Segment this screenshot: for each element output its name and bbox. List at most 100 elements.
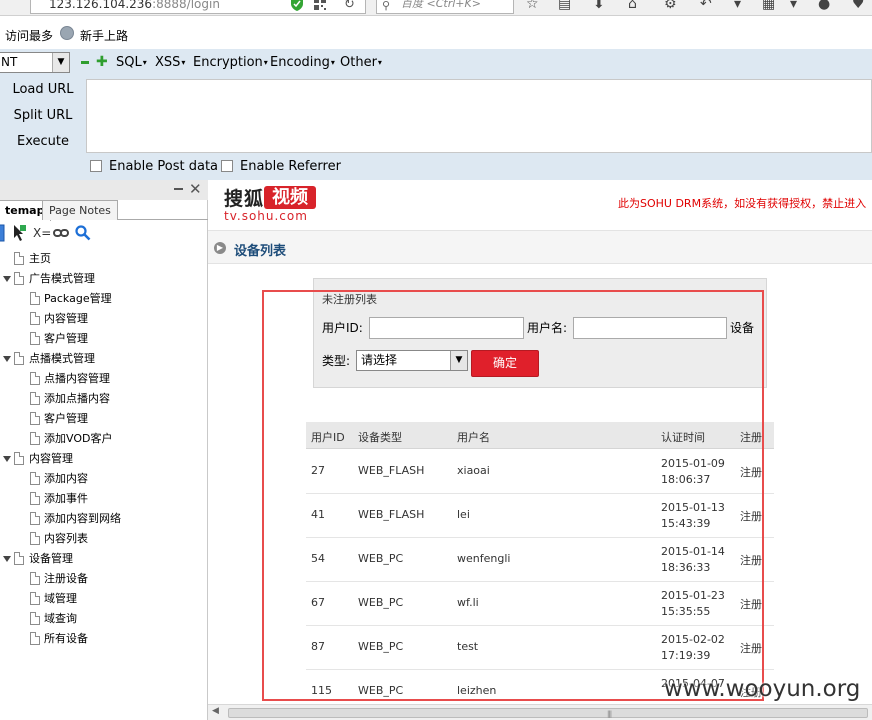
menu-encryption-label: Encryption [193, 55, 263, 70]
page-icon [30, 372, 40, 385]
load-url-button[interactable]: Load URL [0, 82, 86, 97]
expand-triangle-icon[interactable] [3, 456, 11, 462]
tree-item-label: 客户管理 [44, 332, 88, 345]
expand-triangle-icon[interactable] [3, 556, 11, 562]
browser-toolbar: 123.126.104.236:8888/login ↻ ⚲ 百度 <Ctrl+… [0, 0, 872, 16]
page-icon [30, 592, 40, 605]
menu-sql[interactable]: SQL▾ [116, 55, 147, 70]
page-icon [30, 312, 40, 325]
highlight-frame [262, 290, 764, 701]
view-icon[interactable] [0, 224, 6, 242]
page-icon [30, 292, 40, 305]
expand-triangle-icon[interactable] [3, 356, 11, 362]
back-history-icon[interactable]: ↶ [700, 0, 712, 12]
post-data-checkbox[interactable] [90, 160, 102, 172]
page-title: 设备列表 [234, 244, 287, 259]
url-host: 123.126.104.236 [49, 0, 153, 11]
tree-item-label: 内容管理 [44, 312, 88, 325]
dropdown-icon-2[interactable]: ▾ [790, 0, 797, 12]
close-icon[interactable]: ✕ [189, 181, 202, 197]
menu-encryption[interactable]: Encryption▾ [193, 55, 268, 70]
reload-icon[interactable]: ↻ [344, 0, 355, 12]
search-icon: ⚲ [382, 0, 391, 12]
scroll-left-icon[interactable]: ◀ [212, 706, 219, 716]
hackbar-buttons: Load URL Split URL Execute [0, 77, 86, 153]
referrer-label: Enable Referrer [240, 159, 341, 174]
tab-page-notes[interactable]: Page Notes [42, 200, 118, 220]
expand-triangle-icon[interactable] [3, 276, 11, 282]
page-icon [30, 612, 40, 625]
search-placeholder: 百度 <Ctrl+K> [401, 0, 481, 10]
scrollbar-thumb[interactable]: ||| [228, 708, 868, 718]
page-icon [30, 532, 40, 545]
grip-icon: ||| [607, 710, 612, 718]
minimize-icon[interactable] [174, 188, 183, 190]
page-icon [14, 272, 24, 285]
search-icon-sidebar[interactable] [75, 225, 91, 241]
tree-item-label: 设备管理 [29, 552, 73, 565]
watermark: www.wooyun.org [664, 676, 861, 702]
pointer-icon[interactable] [11, 224, 27, 242]
hackbar-select[interactable]: NT ▼ [0, 52, 70, 73]
hackbar-select-value: NT [1, 55, 18, 69]
sidebar-tabs: temap Page Notes [0, 200, 208, 221]
page-icon [30, 392, 40, 405]
sidebar-tools: X= [0, 224, 208, 246]
dropdown-icon[interactable]: ▾ [734, 0, 741, 12]
arrow-right-icon: ▶ [214, 242, 226, 254]
horizontal-scrollbar[interactable]: ◀ ||| [208, 704, 872, 720]
menu-other[interactable]: Other▾ [340, 55, 382, 70]
page-icon [30, 572, 40, 585]
tree-item-label: 所有设备 [44, 632, 88, 645]
extension-icon[interactable]: ♥ [852, 0, 865, 12]
menu-xss[interactable]: XSS▾ [155, 55, 185, 70]
tree-item-label: 主页 [29, 252, 51, 265]
bookmark-most-visited[interactable]: 访问最多 [5, 27, 53, 44]
referrer-checkbox[interactable] [221, 160, 233, 172]
page-icon [30, 632, 40, 645]
search-input[interactable]: ⚲ 百度 <Ctrl+K> [376, 0, 514, 14]
logo-subtitle: tv.sohu.com [224, 209, 308, 223]
puzzle-icon[interactable]: ▦ [762, 0, 775, 12]
tree-item-label: Package管理 [44, 292, 112, 305]
tree-item-label: 添加事件 [44, 492, 88, 505]
minus-icon[interactable] [81, 61, 89, 64]
menu-sql-label: SQL [116, 55, 142, 70]
tree-item-label: 广告模式管理 [29, 272, 95, 285]
tree-item-label: 添加点播内容 [44, 392, 110, 405]
plus-icon[interactable]: ✚ [96, 55, 108, 69]
page-icon [14, 452, 24, 465]
logo-badge: 视频 [264, 186, 316, 209]
page-icon [14, 552, 24, 565]
addon-icon[interactable]: ⚙ [664, 0, 677, 12]
bookmark-getting-started[interactable]: 新手上路 [80, 27, 128, 44]
qr-code-icon[interactable] [314, 0, 326, 10]
tree-item-label: 点播模式管理 [29, 352, 95, 365]
variables-label[interactable]: X= [33, 226, 51, 240]
menu-other-label: Other [340, 55, 377, 70]
tree-item-label: 点播内容管理 [44, 372, 110, 385]
hackbar-url-textarea[interactable] [86, 79, 872, 153]
tree-item-label: 客户管理 [44, 412, 88, 425]
reading-list-icon[interactable]: ▤ [558, 0, 571, 12]
link-icon[interactable] [53, 227, 69, 239]
star-icon[interactable]: ☆ [526, 0, 539, 12]
menu-xss-label: XSS [155, 55, 181, 70]
tree-item-label: 域查询 [44, 612, 77, 625]
page-icon [30, 512, 40, 525]
page-icon [30, 412, 40, 425]
hackbar-toolbar: NT ▼ ✚ SQL▾ XSS▾ Encryption▾ Encoding▾ O… [0, 49, 872, 77]
page-icon [30, 432, 40, 445]
execute-button[interactable]: Execute [0, 134, 86, 149]
split-url-button[interactable]: Split URL [0, 108, 86, 123]
download-icon[interactable]: ⬇ [593, 0, 605, 12]
shield-icon[interactable] [291, 0, 303, 11]
page-icon [14, 252, 24, 265]
tree-item-label: 域管理 [44, 592, 77, 605]
menu-encoding[interactable]: Encoding▾ [270, 55, 335, 70]
home-icon[interactable]: ⌂ [628, 0, 637, 12]
chat-icon[interactable]: ● [818, 0, 830, 12]
chevron-down-icon: ▼ [52, 53, 69, 72]
warning-text: 此为SOHU DRM系统，如没有获得授权，禁止进入 [618, 197, 867, 210]
tree-item-label: 注册设备 [44, 572, 88, 585]
